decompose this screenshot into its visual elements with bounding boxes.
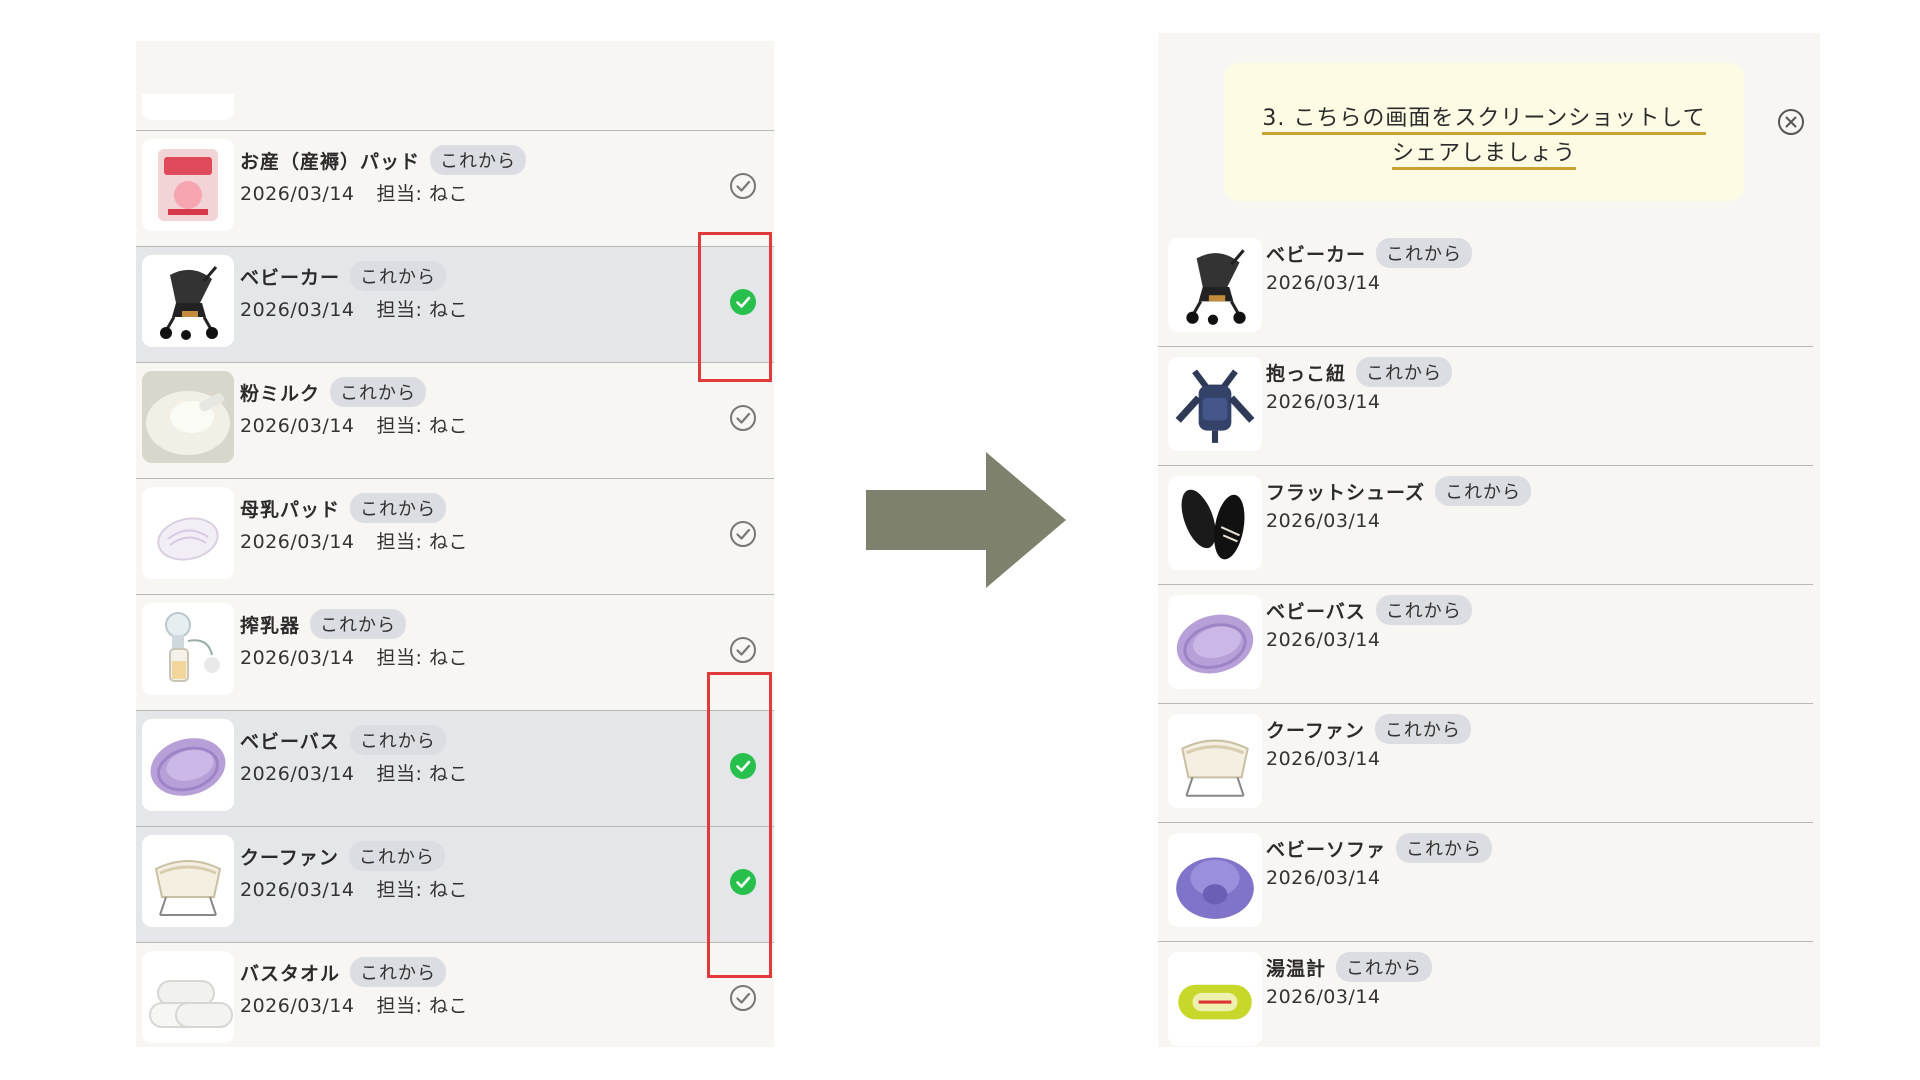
list-item: フラットシューズ これから 2026/03/14: [1158, 466, 1813, 585]
status-badge: これから: [350, 493, 447, 523]
towel-icon: [142, 951, 234, 1043]
close-icon[interactable]: [1776, 107, 1806, 137]
status-badge: これから: [310, 609, 407, 639]
list-item: ベビーカー これから 2026/03/14: [1158, 228, 1813, 347]
status-badge: これから: [349, 725, 446, 755]
baby-sofa-icon: [1168, 833, 1262, 927]
partial-row: [136, 41, 774, 131]
item-assignee: 担当: ねこ: [376, 531, 468, 553]
status-badge: これから: [350, 957, 447, 987]
item-date: 2026/03/14: [240, 531, 355, 553]
status-badge: これから: [1396, 833, 1493, 863]
breast-pump-icon: [142, 603, 234, 695]
item-assignee: 担当: ねこ: [376, 879, 468, 901]
list-item: ベビーバス これから 2026/03/14: [1158, 585, 1813, 704]
highlight-box: [707, 672, 772, 978]
item-name: 母乳パッド: [240, 498, 341, 521]
item-assignee: 担当: ねこ: [376, 995, 468, 1017]
nursing-pad-icon: [142, 487, 234, 579]
status-badge: これから: [1374, 714, 1471, 744]
list-item[interactable]: 搾乳器 これから 2026/03/14 担当: ねこ: [136, 595, 774, 711]
list-item[interactable]: お産（産褥）パッド これから 2026/03/14 担当: ねこ: [136, 131, 774, 247]
item-assignee: 担当: ねこ: [376, 183, 468, 205]
status-badge: これから: [1375, 595, 1472, 625]
item-date: 2026/03/14: [240, 647, 355, 669]
check-outline-icon[interactable]: [728, 519, 758, 549]
check-outline-icon[interactable]: [728, 171, 758, 201]
item-assignee: 担当: ねこ: [376, 647, 468, 669]
item-date: 2026/03/14: [1266, 510, 1381, 532]
check-outline-icon[interactable]: [728, 983, 758, 1013]
item-date: 2026/03/14: [1266, 629, 1381, 651]
highlight-box: [698, 232, 772, 382]
item-name: 湯温計: [1266, 957, 1327, 980]
share-screen-panel: 3. こちらの画面をスクリーンショットして シェアしましょう ベビーカー これから…: [1158, 33, 1820, 1047]
item-name: 抱っこ紐: [1266, 362, 1347, 385]
status-badge: これから: [1376, 238, 1473, 268]
baby-bath-icon: [142, 719, 234, 811]
item-assignee: 担当: ねこ: [376, 299, 468, 321]
share-instruction-banner: 3. こちらの画面をスクリーンショットして シェアしましょう: [1224, 63, 1804, 201]
item-date: 2026/03/14: [240, 995, 355, 1017]
status-badge: これから: [350, 261, 447, 291]
arrow-right-icon: [866, 452, 1066, 588]
list-item[interactable]: ベビーバス これから 2026/03/14 担当: ねこ: [136, 711, 774, 827]
check-outline-icon[interactable]: [728, 403, 758, 433]
item-name: クーファン: [240, 846, 339, 869]
item-assignee: 担当: ねこ: [376, 763, 468, 785]
item-date: 2026/03/14: [240, 299, 355, 321]
item-date: 2026/03/14: [1266, 391, 1381, 413]
item-name: 搾乳器: [240, 614, 301, 637]
item-name: ベビーバス: [1266, 600, 1366, 623]
list-item[interactable]: 粉ミルク これから 2026/03/14 担当: ねこ: [136, 363, 774, 479]
status-badge: これから: [348, 841, 445, 871]
banner-line-2: シェアしましょう: [1391, 141, 1576, 170]
item-date: 2026/03/14: [1266, 986, 1381, 1008]
milk-powder-icon: [142, 371, 234, 463]
item-name: 粉ミルク: [240, 382, 321, 405]
item-date: 2026/03/14: [240, 183, 355, 205]
item-date: 2026/03/14: [1266, 748, 1381, 770]
list-item: 湯温計 これから 2026/03/14: [1158, 942, 1813, 1047]
pad-package-icon: [142, 139, 234, 231]
status-badge: これから: [1336, 952, 1433, 982]
status-badge: これから: [1356, 357, 1453, 387]
baby-bath-icon: [1168, 595, 1262, 689]
check-outline-icon[interactable]: [728, 635, 758, 665]
item-name: フラットシューズ: [1266, 481, 1426, 504]
item-name: ベビーバス: [240, 730, 340, 753]
list-item: クーファン これから 2026/03/14: [1158, 704, 1813, 823]
status-badge: これから: [430, 145, 527, 175]
banner-line-1: 3. こちらの画面をスクリーンショットして: [1262, 106, 1706, 135]
list-item[interactable]: バスタオル これから 2026/03/14 担当: ねこ: [136, 943, 774, 1047]
list-item[interactable]: 母乳パッド これから 2026/03/14 担当: ねこ: [136, 479, 774, 595]
item-date: 2026/03/14: [1266, 867, 1381, 889]
item-name: ベビーソファ: [1266, 838, 1387, 861]
item-date: 2026/03/14: [240, 879, 355, 901]
flat-shoes-icon: [1168, 476, 1262, 570]
item-date: 2026/03/14: [240, 415, 355, 437]
status-badge: これから: [1435, 476, 1532, 506]
list-item[interactable]: ベビーカー これから 2026/03/14 担当: ねこ: [136, 247, 774, 363]
bassinet-icon: [142, 835, 234, 927]
list-item[interactable]: クーファン これから 2026/03/14 担当: ねこ: [136, 827, 774, 943]
item-assignee: 担当: ねこ: [376, 415, 468, 437]
status-badge: これから: [330, 377, 427, 407]
list-item: 抱っこ紐 これから 2026/03/14: [1158, 347, 1813, 466]
item-date: 2026/03/14: [1266, 272, 1381, 294]
item-name: バスタオル: [240, 962, 341, 985]
baby-carrier-icon: [1168, 357, 1262, 451]
item-date: 2026/03/14: [240, 763, 355, 785]
item-name: ベビーカー: [1266, 243, 1367, 266]
item-name: クーファン: [1266, 719, 1365, 742]
stroller-icon: [1168, 238, 1262, 332]
bath-thermometer-icon: [1168, 952, 1262, 1046]
item-name: ベビーカー: [240, 266, 341, 289]
stroller-icon: [142, 255, 234, 347]
list-item: ベビーソファ これから 2026/03/14: [1158, 823, 1813, 942]
bassinet-icon: [1168, 714, 1262, 808]
before-list-panel: お産（産褥）パッド これから 2026/03/14 担当: ねこ ベビーカー これから…: [136, 41, 774, 1047]
item-name: お産（産褥）パッド: [240, 150, 421, 173]
